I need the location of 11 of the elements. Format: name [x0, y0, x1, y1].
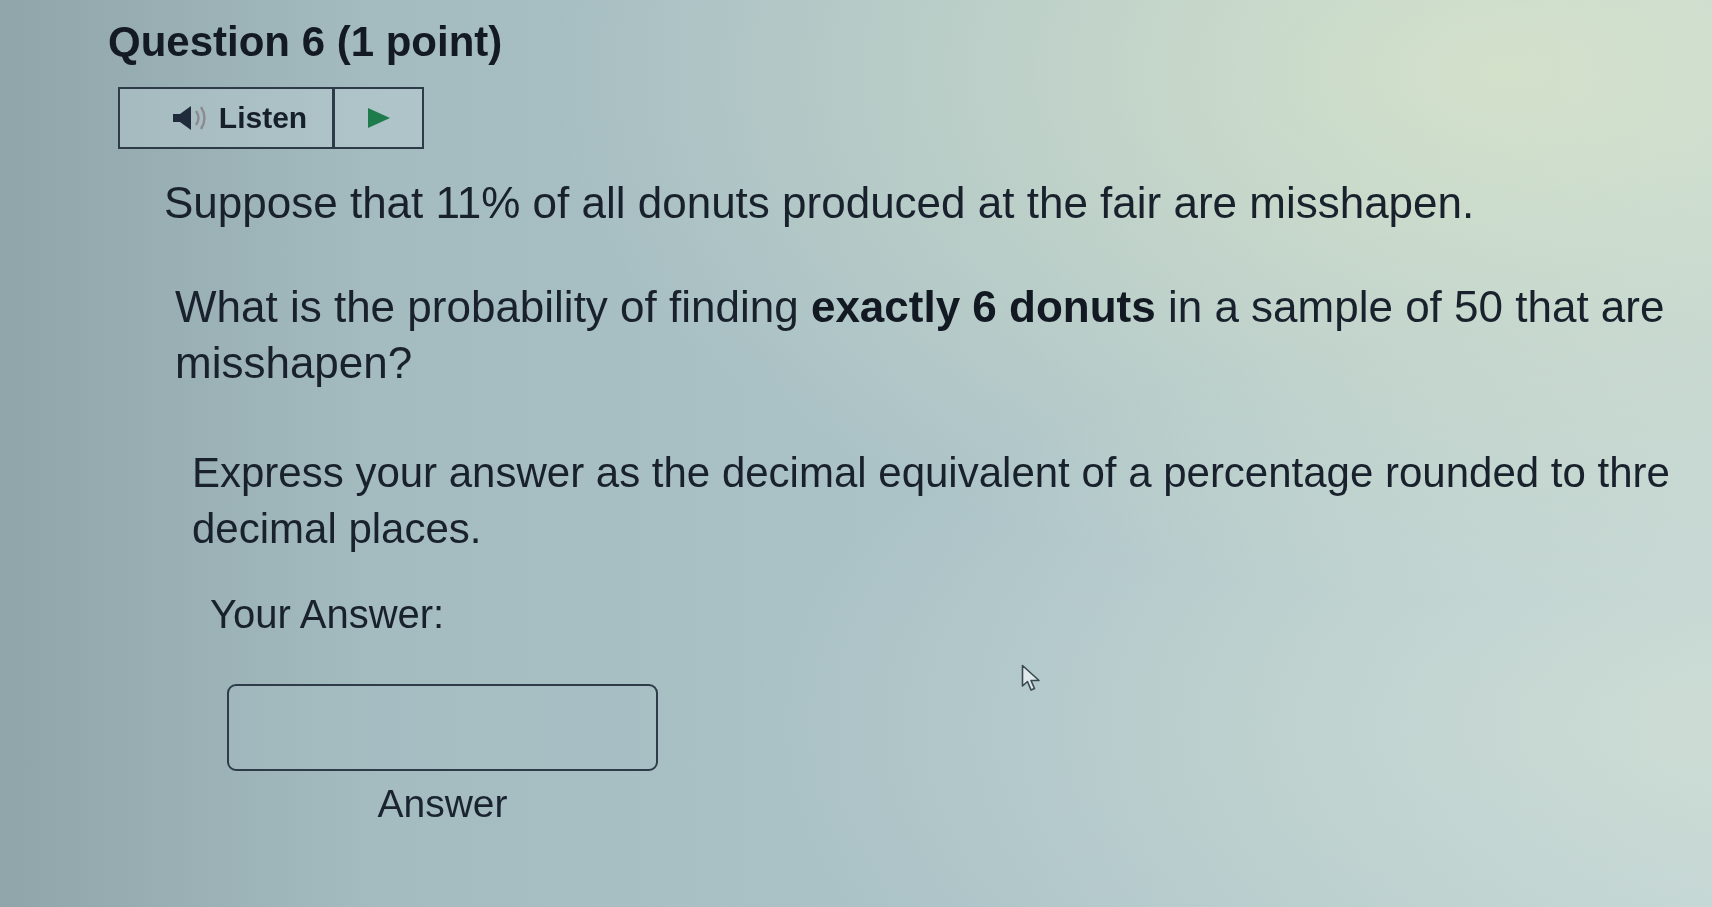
- question-text: Express your answer as the decimal equivalent of a percentage rounded to thre decimal places.: [192, 448, 1671, 554]
- question-text: What is the probability of finding exactly 6 donuts in a sample of 50 that are misshapen?: [175, 281, 1666, 389]
- answer-prompt: Your Answer:: [210, 591, 445, 638]
- play-button[interactable]: [334, 87, 424, 149]
- answer-label: Answer: [377, 782, 508, 826]
- answer-input-field[interactable]: [227, 684, 658, 771]
- question-text: Suppose that 11% of all donuts produced at the fair are misshapen.: [164, 177, 1476, 229]
- play-icon: [367, 108, 390, 128]
- mouse-pointer-icon: [1021, 664, 1041, 692]
- listen-button[interactable]: Listen: [118, 87, 334, 149]
- question-title: Question 6 (1 point): [108, 18, 503, 66]
